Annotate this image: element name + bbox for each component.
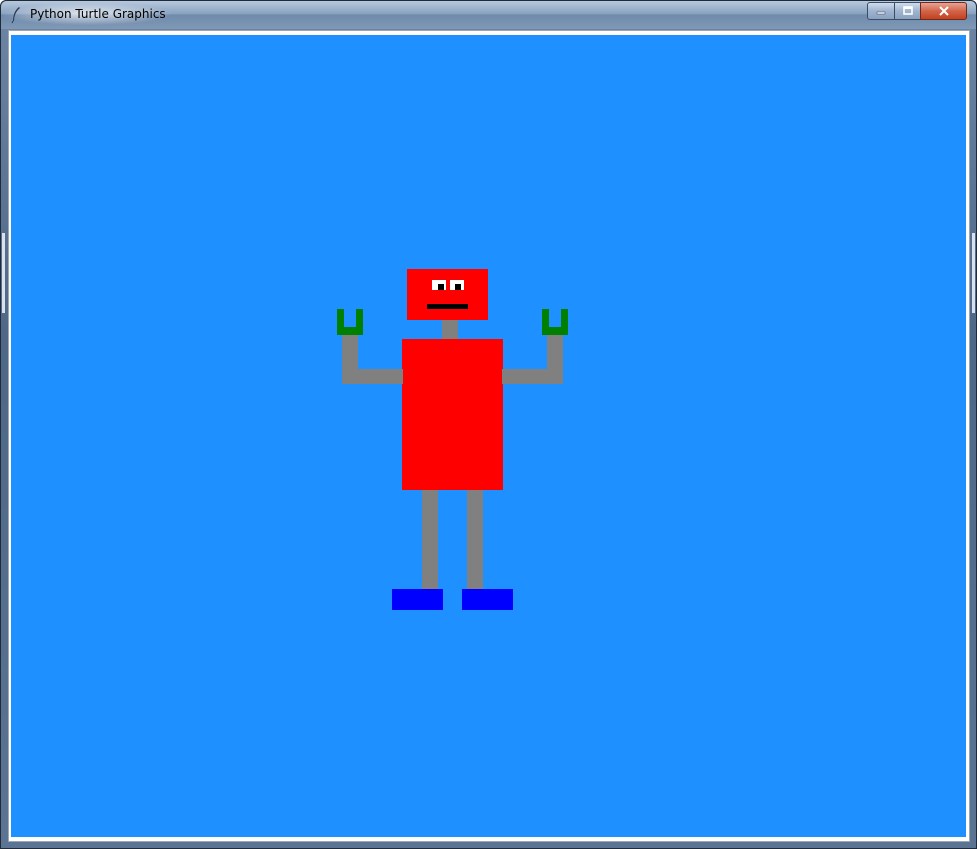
robot-left-foot (392, 589, 443, 610)
minimize-button[interactable] (867, 2, 895, 20)
title-bar[interactable]: Python Turtle Graphics (1, 1, 976, 29)
turtle-canvas[interactable] (11, 35, 966, 837)
close-button[interactable] (920, 2, 967, 20)
robot-left-forearm (342, 334, 358, 384)
robot-head (407, 269, 488, 320)
robot-right-foot (462, 589, 513, 610)
robot-mouth (427, 304, 468, 309)
robot-right-forearm (547, 334, 563, 384)
turtle-graphics-window: Python Turtle Graphics (0, 0, 977, 849)
window-title: Python Turtle Graphics (30, 7, 166, 21)
robot-right-leg (467, 490, 483, 590)
robot-body (402, 339, 503, 490)
robot-neck (442, 320, 458, 340)
robot-left-leg (422, 490, 438, 590)
left-resize-edge[interactable] (2, 233, 5, 313)
maximize-button[interactable] (894, 2, 921, 20)
robot-left-hand (337, 309, 363, 335)
robot-left-pupil (438, 284, 444, 290)
right-resize-edge[interactable] (972, 233, 975, 313)
robot-right-pupil (455, 284, 461, 290)
minimize-icon (876, 11, 886, 15)
close-icon (938, 6, 949, 16)
robot-right-hand (542, 309, 568, 335)
feather-quill-icon (11, 7, 20, 24)
maximize-icon (902, 6, 913, 15)
